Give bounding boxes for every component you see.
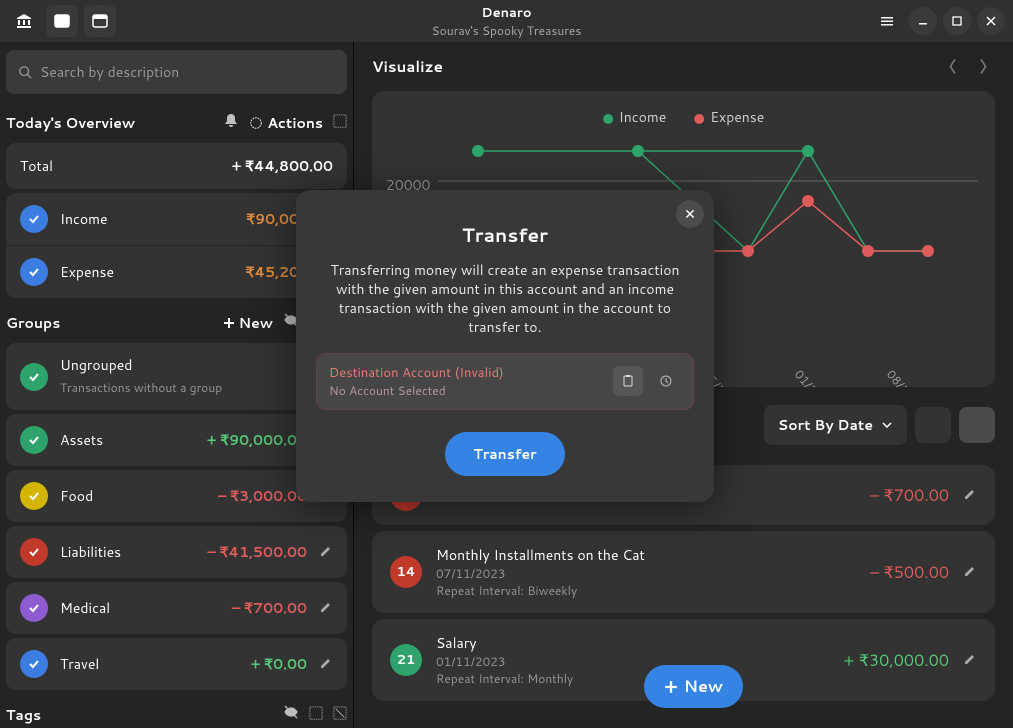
group-name: Travel: [60, 654, 239, 674]
group-amount: + ₹0.00: [251, 654, 307, 674]
recent-button[interactable]: [651, 366, 681, 396]
overview-header: Today's Overview: [6, 113, 223, 133]
transaction-amount: + ₹30,000.00: [844, 649, 950, 672]
new-label: New: [684, 675, 723, 698]
grid-icon[interactable]: [309, 705, 323, 725]
check-icon: [20, 538, 48, 566]
group-row[interactable]: Travel + ₹0.00: [6, 638, 347, 690]
check-icon: [20, 258, 48, 286]
transaction-title: Monthly Installments on the Cat: [436, 545, 856, 565]
dialog-title: Transfer: [316, 222, 694, 249]
check-icon: [20, 594, 48, 622]
visualize-header: Visualize: [372, 56, 941, 77]
group-amount: – ₹700.00: [232, 598, 307, 618]
bell-icon[interactable]: [223, 112, 239, 133]
groups-header: Groups: [6, 313, 223, 333]
transfer-submit-button[interactable]: Transfer: [445, 432, 564, 476]
transaction-date: 01/11/2023: [436, 653, 830, 670]
new-transaction-button[interactable]: New: [644, 665, 743, 708]
app-subtitle: Sourav's Spooky Treasures: [432, 22, 582, 39]
plus-icon: [664, 680, 678, 694]
search-box[interactable]: [6, 50, 347, 94]
field-value: No Account Selected: [329, 382, 605, 399]
group-name: Assets: [60, 430, 195, 450]
window-layout-button[interactable]: [84, 5, 116, 37]
sidebar-toggle-button[interactable]: [46, 5, 78, 37]
dialog-body: Transferring money will create an expens…: [316, 261, 694, 337]
edit-icon[interactable]: [963, 484, 977, 507]
edit-icon[interactable]: [319, 597, 333, 620]
edit-icon[interactable]: [963, 561, 977, 584]
titlebar: Denaro Sourav's Spooky Treasures: [0, 0, 1013, 42]
sort-button[interactable]: Sort By Date: [764, 405, 907, 445]
group-name: Ungrouped: [60, 355, 299, 375]
edit-icon[interactable]: [963, 649, 977, 672]
group-amount: + ₹90,000.00: [207, 430, 307, 450]
edit-icon[interactable]: [319, 653, 333, 676]
chart-prev-button[interactable]: 〈: [941, 56, 956, 77]
edit-icon[interactable]: [319, 541, 333, 564]
x-tick: 08/11/2023: [883, 366, 941, 387]
group-row[interactable]: Medical – ₹700.00: [6, 582, 347, 634]
destination-account-field[interactable]: Destination Account (Invalid) No Account…: [316, 353, 694, 410]
deselect-icon[interactable]: [333, 705, 347, 725]
check-icon: [20, 650, 48, 678]
field-label: Destination Account (Invalid): [329, 364, 605, 382]
hamburger-menu-button[interactable]: [871, 5, 903, 37]
transfer-dialog: ✕ Transfer Transferring money will creat…: [296, 190, 714, 502]
new-group-button[interactable]: New: [223, 313, 273, 333]
sort-desc-button[interactable]: [959, 407, 995, 443]
minimize-button[interactable]: [909, 7, 937, 35]
search-icon: [18, 65, 32, 79]
expense-label: Expense: [60, 262, 234, 282]
grid-icon[interactable]: [333, 113, 347, 133]
x-tick: 01/11/2023: [791, 366, 849, 387]
check-icon: [20, 363, 48, 391]
group-amount: – ₹41,500.00: [207, 542, 307, 562]
group-name: Medical: [60, 598, 220, 618]
check-icon: [20, 482, 48, 510]
actions-label: Actions: [267, 113, 323, 133]
actions-button[interactable]: Actions: [249, 113, 323, 133]
group-amount: – ₹3,000.00: [218, 486, 307, 506]
tags-header: Tags: [6, 705, 283, 725]
total-label: Total: [20, 156, 220, 176]
group-subtitle: Transactions without a group: [60, 379, 222, 396]
group-row[interactable]: Liabilities – ₹41,500.00: [6, 526, 347, 578]
check-icon: [20, 426, 48, 454]
transaction-amount: – ₹700.00: [870, 484, 949, 507]
legend-income: Income: [603, 107, 667, 127]
eye-off-icon[interactable]: [283, 704, 299, 725]
transaction-amount: – ₹500.00: [870, 561, 949, 584]
sort-label: Sort By Date: [778, 415, 873, 435]
new-group-label: New: [239, 313, 273, 333]
chart-next-button[interactable]: 〉: [980, 56, 995, 77]
transaction-repeat: Repeat Interval: Monthly: [436, 670, 830, 687]
bank-button[interactable]: [8, 5, 40, 37]
search-input[interactable]: [40, 62, 335, 82]
transaction-title: Salary: [436, 633, 830, 653]
total-value: + ₹44,800.00: [232, 156, 333, 176]
transaction-repeat: Repeat Interval: Biweekly: [436, 582, 856, 599]
legend-expense: Expense: [694, 107, 764, 127]
chevron-down-icon: [881, 419, 893, 431]
group-name: Liabilities: [60, 542, 195, 562]
group-name: Food: [60, 486, 206, 506]
day-badge: 21: [390, 644, 422, 676]
day-badge: 14: [390, 556, 422, 588]
transaction-date: 07/11/2023: [436, 565, 856, 582]
app-title: Denaro: [432, 4, 582, 22]
dialog-close-button[interactable]: ✕: [676, 200, 704, 228]
income-label: Income: [60, 209, 234, 229]
sort-asc-button[interactable]: [915, 407, 951, 443]
close-button[interactable]: [977, 7, 1005, 35]
check-icon: [20, 205, 48, 233]
maximize-button[interactable]: [943, 7, 971, 35]
transaction-row[interactable]: 14 Monthly Installments on the Cat 07/11…: [372, 531, 995, 613]
paste-button[interactable]: [613, 366, 643, 396]
